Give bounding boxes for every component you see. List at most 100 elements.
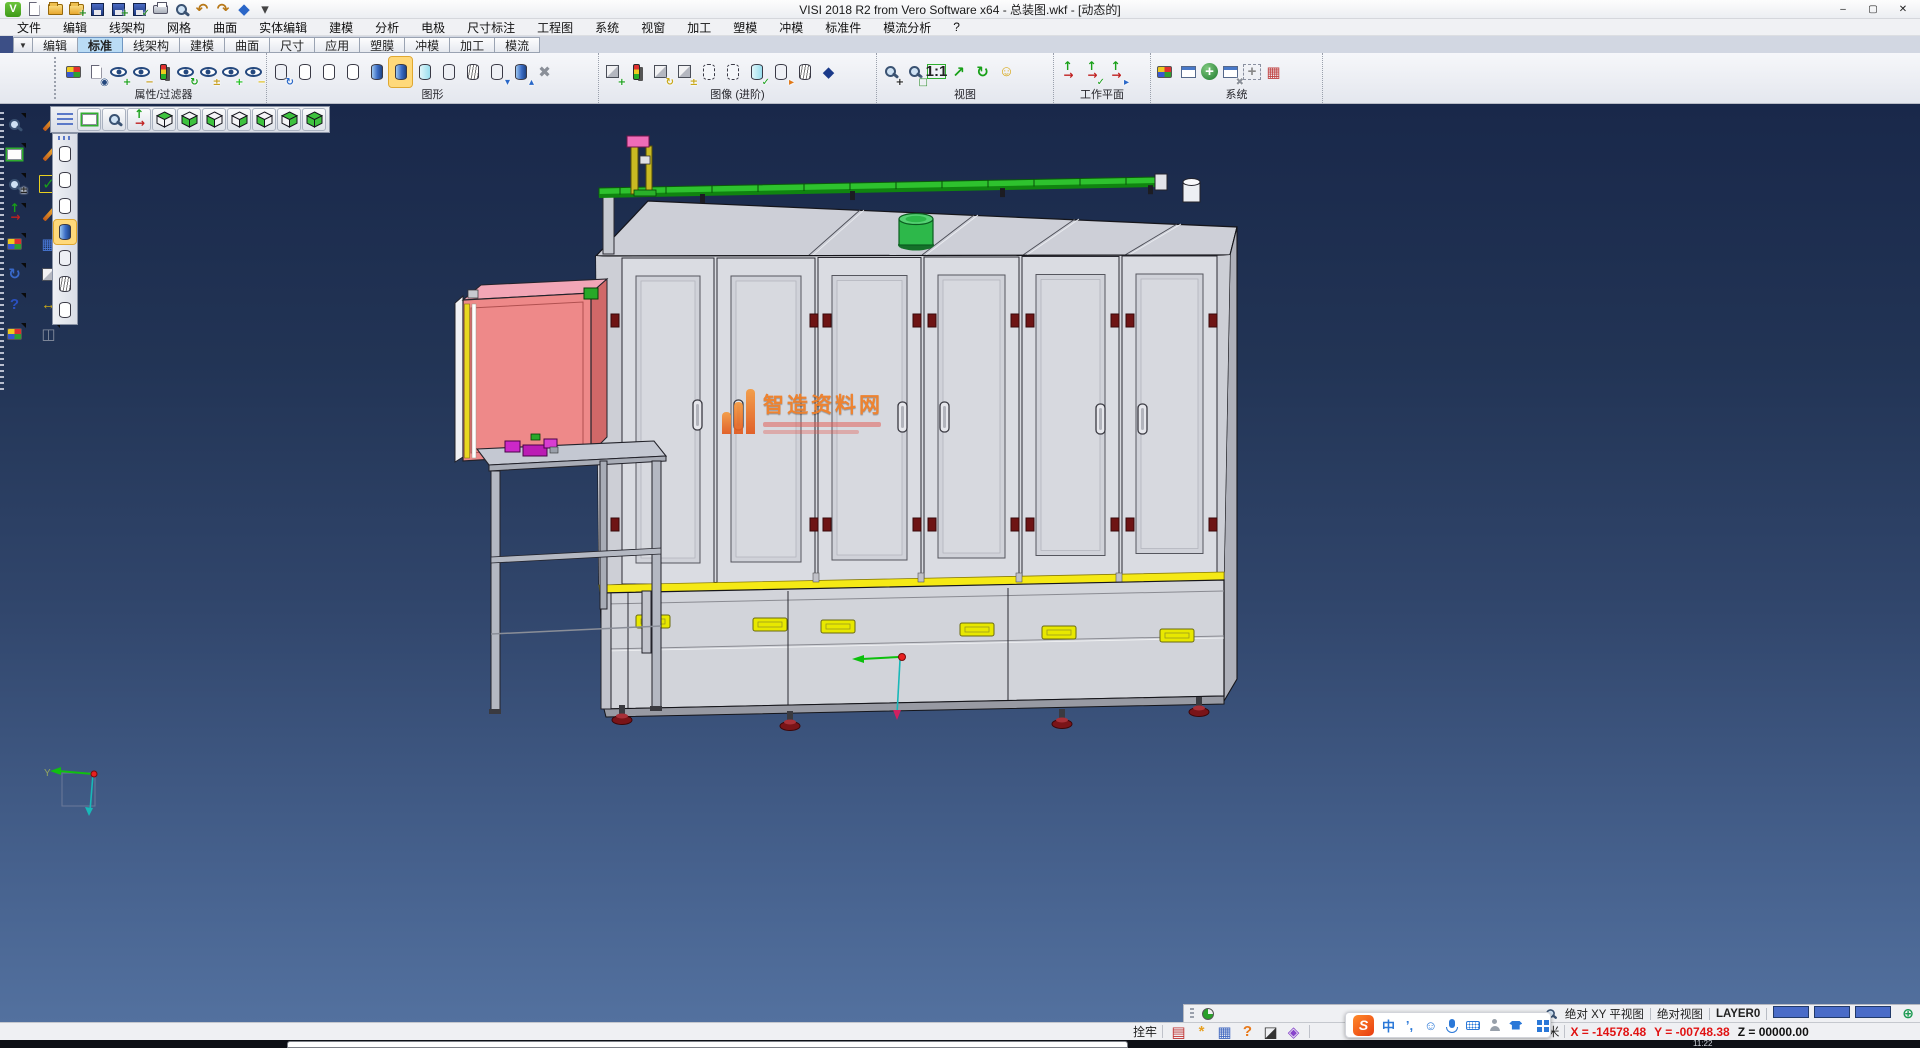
hatch-shade-icon[interactable] — [461, 57, 484, 87]
taskbar-input[interactable] — [287, 1041, 1128, 1048]
flat-shade-icon[interactable] — [437, 57, 460, 87]
flag-solid-icon[interactable]: ▸ — [769, 57, 792, 87]
ime-lang-toggle[interactable]: 中 — [1382, 1016, 1395, 1035]
shaded-edges-icon[interactable] — [389, 57, 412, 87]
layer-colors-icon[interactable] — [1153, 57, 1176, 87]
system-settings-icon[interactable]: + — [1201, 63, 1218, 80]
strip-hatch-icon[interactable] — [54, 272, 76, 296]
menu-塑模[interactable]: 塑模 — [722, 19, 768, 36]
attributes-icon[interactable] — [3, 233, 26, 255]
strip-ghost-icon[interactable] — [54, 298, 76, 322]
tab-模流[interactable]: 模流 — [495, 37, 540, 53]
view-bottom-icon[interactable] — [177, 108, 201, 131]
filter-toggle-icon[interactable]: ± — [198, 57, 219, 87]
ime-punct-toggle[interactable]: ’, — [1403, 1018, 1416, 1033]
grid-icon[interactable]: ▦ — [1262, 57, 1285, 87]
refresh-view-icon[interactable]: ↻ — [971, 57, 994, 87]
save-as-icon[interactable]: + — [109, 1, 127, 18]
view-axes-icon[interactable] — [127, 108, 151, 131]
zoom-in-icon[interactable]: + — [879, 57, 902, 87]
viewbar-grip[interactable] — [1190, 1008, 1194, 1020]
strip-shaded-icon[interactable] — [54, 220, 76, 244]
render-face-icon[interactable]: ☺ — [995, 57, 1018, 87]
view-mode-label[interactable]: 绝对 XY 平视图 — [1565, 1006, 1644, 1022]
color-table2-icon[interactable] — [3, 323, 26, 345]
view-right-icon[interactable] — [227, 108, 251, 131]
wire-solid-icon[interactable] — [793, 57, 816, 87]
view-magnifier-icon[interactable] — [102, 108, 126, 131]
menu-电极[interactable]: 电极 — [410, 19, 456, 36]
wand-icon[interactable]: * — [1191, 1024, 1212, 1040]
menu-编辑[interactable]: 编辑 — [52, 19, 98, 36]
save-icon[interactable] — [88, 1, 106, 18]
advanced-filter-icon[interactable] — [625, 57, 648, 87]
menu-实体编辑[interactable]: 实体编辑 — [248, 19, 318, 36]
view-front-icon[interactable] — [202, 108, 226, 131]
minimize-button[interactable]: – — [1828, 0, 1858, 19]
strip-grip[interactable] — [58, 136, 72, 140]
cpl-view-icon[interactable] — [1056, 57, 1079, 87]
view-left-icon[interactable] — [252, 108, 276, 131]
menu-加工[interactable]: 加工 — [676, 19, 722, 36]
redo-icon[interactable]: ↷ — [214, 1, 232, 18]
door-panel-4[interactable] — [924, 257, 1019, 579]
shade-mode-icon[interactable] — [77, 108, 101, 131]
translucent-icon[interactable] — [413, 57, 436, 87]
tab-加工[interactable]: 加工 — [450, 37, 495, 53]
cpl-axes-icon[interactable] — [3, 203, 26, 225]
workplane-view-icon[interactable]: ◈ — [1283, 1024, 1304, 1040]
tab-尺寸[interactable]: 尺寸 — [270, 37, 315, 53]
machine-assembly[interactable] — [596, 136, 1237, 731]
ime-profile-icon[interactable] — [1488, 1019, 1501, 1031]
layer-swatch-2[interactable] — [1814, 1006, 1850, 1018]
filter-add-icon[interactable]: + — [108, 57, 129, 87]
validate-solid-icon[interactable]: ✓ — [745, 57, 768, 87]
ime-skin-icon[interactable] — [1509, 1021, 1522, 1030]
maximize-button[interactable]: ▢ — [1858, 0, 1888, 19]
snap-settings-icon[interactable]: + — [1243, 64, 1261, 80]
filter-manager-icon[interactable] — [153, 57, 174, 87]
menu-视窗[interactable]: 视窗 — [630, 19, 676, 36]
open-file-icon[interactable] — [46, 1, 64, 18]
toolbar-grip[interactable] — [54, 57, 59, 99]
zoom-window-icon[interactable]: □ — [903, 57, 926, 87]
ime-emoji-button[interactable]: ☺ — [1424, 1018, 1437, 1033]
stats-icon[interactable]: ▦ — [1214, 1024, 1235, 1040]
view-top-icon[interactable] — [152, 108, 176, 131]
tab-冲模[interactable]: 冲模 — [405, 37, 450, 53]
viewport-3d[interactable]: Y ✕S±✓~▦↻?↔◫ 智造资料网 — [0, 104, 1920, 1022]
plane2-icon[interactable]: ◫ — [37, 323, 60, 345]
hidden-line-icon[interactable] — [317, 57, 340, 87]
strip-wireframe-icon[interactable] — [54, 142, 76, 166]
tab-编辑[interactable]: 编辑 — [33, 37, 78, 53]
visi-drop-icon[interactable]: ◆ — [235, 1, 253, 18]
new-file-icon[interactable] — [25, 1, 43, 18]
restore-image-icon[interactable]: ▴ — [509, 57, 532, 87]
advanced-refresh-icon[interactable]: ↻ — [649, 57, 672, 87]
view-iso-icon[interactable] — [302, 108, 326, 131]
section-view-icon[interactable] — [697, 57, 720, 87]
shaded-icon[interactable] — [365, 57, 388, 87]
zoom-extents-icon[interactable]: ↗ — [947, 57, 970, 87]
cpl-entity-icon[interactable]: ▸ — [1104, 57, 1127, 87]
qa-dropdown-icon[interactable]: ▾ — [256, 1, 274, 18]
ime-microphone-icon[interactable] — [1445, 1019, 1458, 1032]
menu-系统[interactable]: 系统 — [584, 19, 630, 36]
menu-线架构[interactable]: 线架构 — [98, 19, 156, 36]
close-button[interactable]: ✕ — [1888, 0, 1918, 19]
filter-remove-icon[interactable]: − — [130, 57, 151, 87]
strip-dashed-icon[interactable] — [54, 194, 76, 218]
hide-all-icon[interactable]: − — [243, 57, 264, 87]
tab-塑膜[interactable]: 塑膜 — [360, 37, 405, 53]
regen-icon[interactable]: ↻ — [3, 263, 26, 285]
door-panel-6[interactable] — [1122, 256, 1217, 575]
undo-icon[interactable]: ↶ — [193, 1, 211, 18]
strip-flat-icon[interactable] — [54, 246, 76, 270]
cpl-align-icon[interactable]: ✓ — [1080, 57, 1103, 87]
preferences-icon[interactable]: ✖ — [1219, 57, 1242, 87]
graphics-settings-icon[interactable]: ✖ — [533, 57, 556, 87]
filter-refresh-icon[interactable]: ↻ — [175, 57, 196, 87]
menu-模流分析[interactable]: 模流分析 — [872, 19, 942, 36]
menu-分析[interactable]: 分析 — [364, 19, 410, 36]
attribute-copy-icon[interactable]: ◉ — [85, 57, 106, 87]
